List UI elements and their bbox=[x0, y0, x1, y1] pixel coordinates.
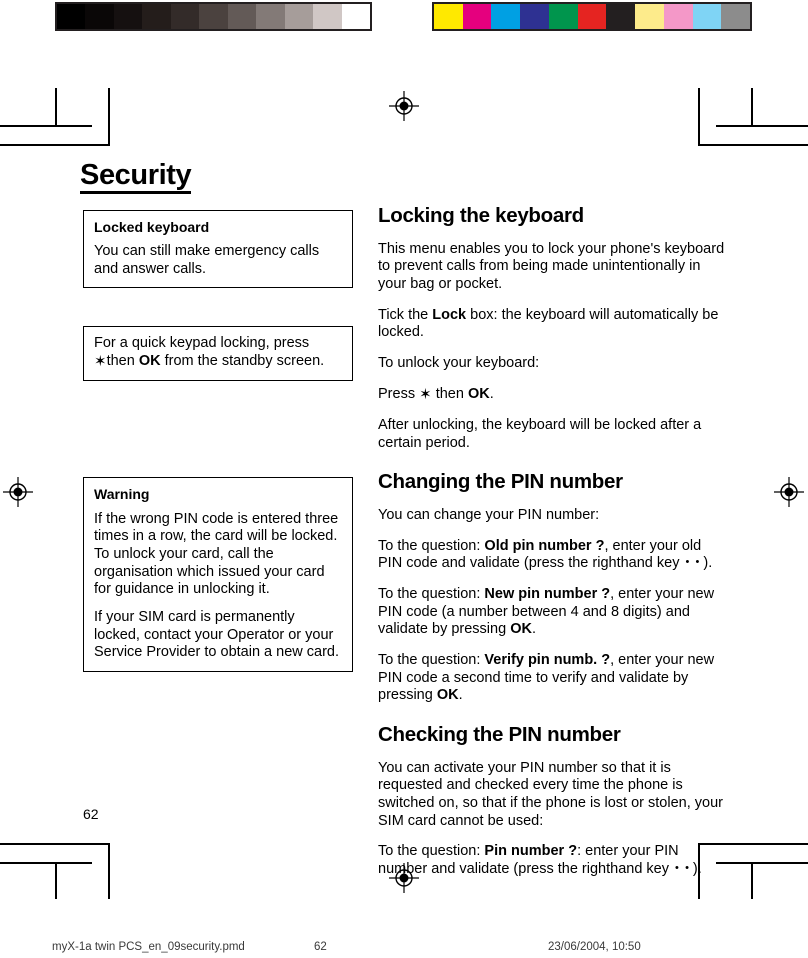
right-column: Locking the keyboard This menu enables y… bbox=[378, 204, 726, 892]
callout-quick-lock-body: For a quick keypad locking, press ✶then … bbox=[94, 335, 342, 371]
locking-p4-pre: Press bbox=[378, 385, 420, 402]
page-number: 62 bbox=[83, 806, 99, 822]
footer-page-number: 62 bbox=[314, 941, 327, 953]
checking-pin-p2-post: ). bbox=[692, 861, 702, 878]
changing-pin-p2-pre: To the question: bbox=[378, 537, 485, 554]
asterisk-key-icon: ✶ bbox=[419, 385, 432, 403]
left-column-spacer-one bbox=[83, 288, 353, 326]
locking-paragraph-1: This menu enables you to lock your phone… bbox=[378, 240, 725, 292]
changing-pin-p3-pre: To the question: bbox=[378, 585, 485, 602]
checking-pin-paragraph-2: To the question: Pin number ?: enter you… bbox=[378, 843, 726, 878]
changing-pin-p4-post: . bbox=[458, 687, 463, 704]
callout-locked-keyboard: Locked keyboard You can still make emerg… bbox=[83, 210, 353, 289]
checking-pin-p2-pre: To the question: bbox=[378, 843, 485, 860]
checking-pin-paragraph-1: You can activate your PIN number so that… bbox=[378, 759, 723, 829]
changing-pin-paragraph-4: To the question: Verify pin numb. ?, ent… bbox=[378, 652, 726, 705]
changing-pin-paragraph-3: To the question: New pin number ?, enter… bbox=[378, 586, 726, 639]
righthand-softkey-icon: • • bbox=[675, 862, 691, 875]
callout-warning-paragraph-2: If your SIM card is permanently locked, … bbox=[94, 608, 340, 661]
quick-lock-text-post: from the standby screen. bbox=[160, 353, 325, 370]
locking-paragraph-2: Tick the Lock box: the keyboard will aut… bbox=[378, 307, 726, 342]
heading-checking-the-pin-number: Checking the PIN number bbox=[378, 723, 621, 747]
callout-warning: Warning If the wrong PIN code is entered… bbox=[83, 477, 353, 673]
verify-pin-ok-key-label: OK bbox=[436, 687, 459, 704]
footer-file-name: myX-1a twin PCS_en_09security.pmd bbox=[52, 941, 245, 953]
righthand-softkey-icon: • • bbox=[685, 556, 702, 569]
callout-warning-title: Warning bbox=[94, 486, 150, 503]
footer-timestamp: 23/06/2004, 10:50 bbox=[548, 941, 641, 953]
pin-number-prompt-label: Pin number ? bbox=[484, 843, 578, 860]
old-pin-number-prompt-label: Old pin number ? bbox=[484, 537, 605, 554]
locking-paragraph-5: After unlocking, the keyboard will be lo… bbox=[378, 416, 702, 451]
callout-locked-keyboard-title: Locked keyboard bbox=[94, 219, 210, 235]
new-pin-number-prompt-label: New pin number ? bbox=[484, 585, 611, 602]
callout-locked-keyboard-body: You can still make emergency calls and a… bbox=[94, 243, 320, 277]
quick-lock-text-line2-pre: then bbox=[106, 353, 139, 370]
locking-p4-post: . bbox=[489, 385, 494, 402]
lock-box-label: Lock bbox=[432, 306, 467, 323]
locking-p4-mid: then bbox=[431, 385, 468, 402]
asterisk-key-icon: ✶ bbox=[94, 353, 107, 371]
manual-page: Security Locked keyboard You can still m… bbox=[0, 0, 808, 958]
print-footer: myX-1a twin PCS_en_09security.pmd 62 23/… bbox=[0, 941, 808, 958]
changing-pin-paragraph-1: You can change your PIN number: bbox=[378, 506, 600, 523]
left-column: Locked keyboard You can still make emerg… bbox=[83, 210, 353, 673]
quick-lock-text-pre: For a quick keypad locking, press bbox=[94, 335, 310, 352]
verify-pin-number-prompt-label: Verify pin numb. ? bbox=[484, 652, 611, 669]
locking-p2-pre: Tick the bbox=[378, 306, 433, 323]
callout-quick-lock: For a quick keypad locking, press ✶then … bbox=[83, 326, 353, 382]
heading-changing-the-pin-number: Changing the PIN number bbox=[378, 470, 623, 494]
quick-lock-ok-key-label: OK bbox=[138, 353, 161, 370]
locking-ok-key-label: OK bbox=[467, 385, 490, 402]
page-title: Security bbox=[80, 160, 192, 195]
changing-pin-p2-post: ). bbox=[703, 555, 713, 572]
changing-pin-paragraph-2: To the question: Old pin number ?, enter… bbox=[378, 538, 726, 573]
left-column-spacer-two bbox=[83, 381, 353, 477]
callout-warning-paragraph-1: If the wrong PIN code is entered three t… bbox=[94, 510, 339, 598]
locking-paragraph-4: Press ✶ then OK. bbox=[378, 386, 726, 404]
heading-locking-the-keyboard: Locking the keyboard bbox=[378, 204, 584, 227]
locking-paragraph-3: To unlock your keyboard: bbox=[378, 354, 540, 371]
changing-pin-ok-key-label: OK bbox=[510, 621, 532, 638]
changing-pin-p4-pre: To the question: bbox=[378, 652, 485, 669]
changing-pin-p3-post: . bbox=[531, 621, 536, 638]
